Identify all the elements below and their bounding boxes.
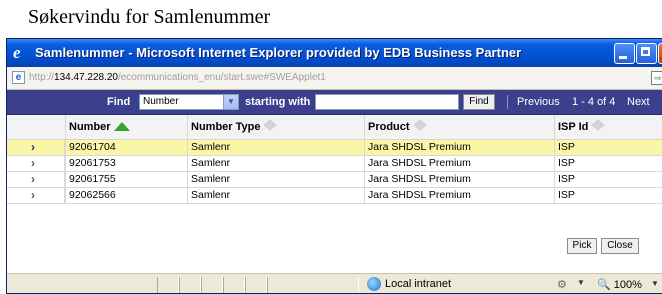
url-text[interactable]: http://134.47.228.20/ecommunications_enu… xyxy=(29,72,326,83)
close-window-button[interactable]: ✕ xyxy=(658,43,662,64)
address-bar[interactable]: e http://134.47.228.20/ecommunications_e… xyxy=(7,67,662,90)
window-title: Samlenummer - Microsoft Internet Explore… xyxy=(35,45,522,60)
cell-number-type: Samlenr xyxy=(187,140,364,155)
url-prefix: http:// xyxy=(29,72,55,83)
chevron-down-icon[interactable]: ▼ xyxy=(651,279,659,288)
sort-icon[interactable] xyxy=(591,119,606,131)
sort-icon[interactable] xyxy=(412,119,427,131)
zoom-level[interactable]: 🔍 100% xyxy=(597,278,642,291)
ie-window: e Samlenummer - Microsoft Internet Explo… xyxy=(6,38,662,294)
cell-product: Jara SHDSL Premium xyxy=(364,156,554,171)
zoom-value: 100% xyxy=(613,279,642,291)
starting-with-label: starting with xyxy=(245,96,311,108)
page-icon: e xyxy=(12,71,25,84)
status-segment xyxy=(245,277,267,293)
ie-logo-icon: e xyxy=(13,43,21,62)
url-host: 134.47.228.20 xyxy=(54,72,118,83)
security-zone: Local intranet xyxy=(385,278,452,290)
status-segment xyxy=(223,277,245,293)
column-header-product[interactable]: Product xyxy=(364,115,554,139)
cell-number-type: Samlenr xyxy=(187,156,364,171)
cell-number[interactable]: 92062566 xyxy=(65,188,187,203)
document-title: Søkervindu for Samlenummer xyxy=(28,6,271,28)
column-header-isp-id[interactable]: ISP Id xyxy=(554,115,662,139)
search-input[interactable] xyxy=(315,94,459,110)
table-row[interactable]: › 92061704 Samlenr Jara SHDSL Premium IS… xyxy=(7,140,662,156)
column-header-label: Product xyxy=(368,121,410,133)
chevron-right-icon: › xyxy=(31,188,35,202)
window-titlebar[interactable]: e Samlenummer - Microsoft Internet Explo… xyxy=(7,39,662,67)
close-button[interactable]: Close xyxy=(601,238,639,254)
status-segment xyxy=(157,277,179,293)
sort-ascending-icon[interactable] xyxy=(113,122,130,131)
sort-icon[interactable] xyxy=(263,119,278,131)
cell-number[interactable]: 92061753 xyxy=(65,156,187,171)
cell-number[interactable]: 92061755 xyxy=(65,172,187,187)
cell-number-type: Samlenr xyxy=(187,188,364,203)
cell-number[interactable]: 92061704 xyxy=(65,140,187,155)
intranet-icon xyxy=(367,277,381,291)
cell-isp-id: ISP xyxy=(554,172,662,187)
column-header-number[interactable]: Number xyxy=(65,115,187,139)
applet-content: Find Number ▼ starting with Find Previou… xyxy=(7,90,662,273)
row-selector[interactable]: › xyxy=(7,172,65,187)
status-segment xyxy=(179,277,201,293)
cell-isp-id: ISP xyxy=(554,140,662,155)
column-header-label: Number Type xyxy=(191,121,261,133)
column-header-label: Number xyxy=(69,121,111,133)
row-selector[interactable]: › xyxy=(7,140,65,155)
chevron-right-icon: › xyxy=(31,156,35,170)
find-bar: Find Number ▼ starting with Find Previou… xyxy=(7,90,662,115)
go-icon[interactable]: ⇨ xyxy=(651,71,662,85)
column-header-number-type[interactable]: Number Type xyxy=(187,115,364,139)
record-range: 1 - 4 of 4 xyxy=(572,96,616,108)
table-header: Number Number Type Product ISP Id xyxy=(7,115,662,140)
row-selector[interactable]: › xyxy=(7,188,65,203)
status-segment xyxy=(201,277,223,293)
chevron-right-icon: › xyxy=(31,172,35,186)
divider xyxy=(507,95,508,109)
next-link[interactable]: Next xyxy=(627,96,650,108)
table-row[interactable]: › 92062566 Samlenr Jara SHDSL Premium IS… xyxy=(7,188,662,204)
protected-mode-icon[interactable]: ⚙ xyxy=(557,278,567,291)
pick-button[interactable]: Pick xyxy=(567,238,597,254)
status-segment xyxy=(267,277,359,293)
find-button[interactable]: Find xyxy=(463,94,495,110)
chevron-down-icon[interactable]: ▼ xyxy=(577,278,585,287)
previous-link[interactable]: Previous xyxy=(517,96,560,108)
url-path: /ecommunications_enu/start.swe#SWEApplet… xyxy=(117,72,326,83)
row-selector[interactable]: › xyxy=(7,156,65,171)
find-field-value: Number xyxy=(143,96,179,107)
maximize-button[interactable] xyxy=(636,43,657,64)
cell-isp-id: ISP xyxy=(554,156,662,171)
minimize-button[interactable] xyxy=(614,43,635,64)
chevron-right-icon: › xyxy=(31,140,35,154)
status-bar: Local intranet ⚙ ▼ 🔍 100% ▼ xyxy=(7,273,662,293)
cell-product: Jara SHDSL Premium xyxy=(364,140,554,155)
table-row[interactable]: › 92061755 Samlenr Jara SHDSL Premium IS… xyxy=(7,172,662,188)
cell-number-type: Samlenr xyxy=(187,172,364,187)
cell-isp-id: ISP xyxy=(554,188,662,203)
find-field-select[interactable]: Number ▼ xyxy=(139,94,239,110)
find-label: Find xyxy=(107,96,131,108)
column-header-label: ISP Id xyxy=(558,121,589,133)
table-row[interactable]: › 92061753 Samlenr Jara SHDSL Premium IS… xyxy=(7,156,662,172)
chevron-down-icon[interactable]: ▼ xyxy=(223,95,238,109)
cell-product: Jara SHDSL Premium xyxy=(364,172,554,187)
cell-product: Jara SHDSL Premium xyxy=(364,188,554,203)
